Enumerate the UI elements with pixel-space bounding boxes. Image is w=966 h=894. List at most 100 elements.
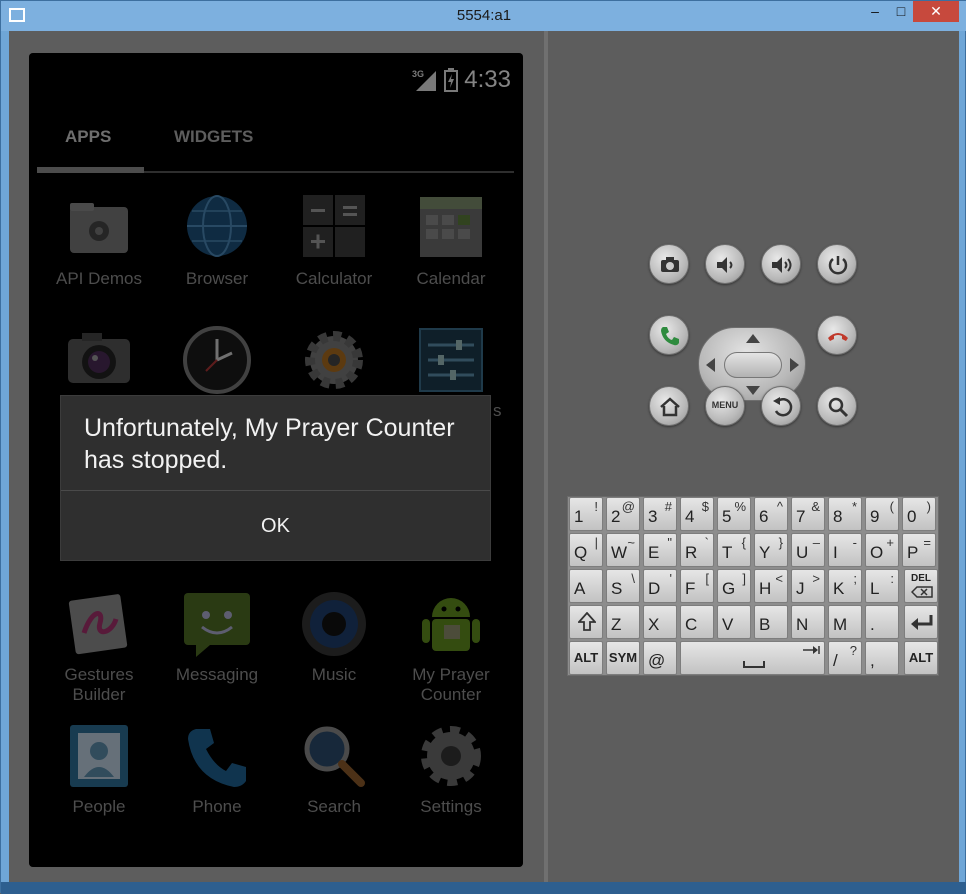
key-row2-7[interactable]: I- (828, 533, 862, 567)
key-row1-7[interactable]: 8 * (828, 497, 862, 531)
key-label: T (722, 543, 733, 562)
key-row2-2[interactable]: E " (643, 533, 677, 567)
key-row2-0[interactable]: Q | (569, 533, 603, 567)
menu-button[interactable]: MENU (705, 386, 745, 426)
key-row1-2[interactable]: 3 # (643, 497, 677, 531)
key-row2-5[interactable]: Y} (754, 533, 788, 567)
dpad-right-icon[interactable] (790, 358, 799, 372)
dpad-down-icon[interactable] (746, 386, 760, 395)
key-label: 0 (907, 507, 917, 526)
back-button[interactable] (761, 386, 801, 426)
key-row4-6[interactable]: M (828, 605, 862, 639)
key-shift-label: | (594, 535, 598, 550)
key-row3-3[interactable]: F[ (680, 569, 714, 603)
volume-down-button[interactable] (705, 244, 745, 284)
dpad-center-button[interactable] (724, 352, 782, 378)
tab-arrow-icon (803, 646, 820, 654)
key-row1-3[interactable]: 4 $ (680, 497, 714, 531)
power-button[interactable] (817, 244, 857, 284)
key-row2-1[interactable]: W ~ (606, 533, 640, 567)
maximize-button[interactable]: □ (889, 1, 913, 22)
key-row1-1[interactable]: 2 @ (606, 497, 640, 531)
key-row1-5[interactable]: 6 ^ (754, 497, 788, 531)
key-sym[interactable]: SYM (606, 641, 640, 675)
call-button[interactable] (649, 315, 689, 355)
key-row3-0[interactable]: A (569, 569, 603, 603)
key-row4-4[interactable]: B (754, 605, 788, 639)
key-space[interactable] (680, 641, 825, 675)
key-label: M (833, 615, 848, 634)
emulator-client-area: 3G 4:33 APPS WIDGETS API Demos Browser C… (9, 31, 959, 882)
key-row3-7[interactable]: K; (828, 569, 862, 603)
search-icon (828, 397, 849, 418)
key-row4-0[interactable]: Z (606, 605, 640, 639)
key-enter[interactable] (904, 605, 938, 639)
key-row3-2[interactable]: D ' (643, 569, 677, 603)
shift-icon (578, 612, 596, 631)
dpad-left-icon[interactable] (706, 358, 715, 372)
key-row2-9[interactable]: P = (902, 533, 936, 567)
key-row4-5[interactable]: N (791, 605, 825, 639)
key-label: P (907, 543, 919, 562)
key-row3-4[interactable]: G] (717, 569, 751, 603)
end-call-button[interactable] (817, 315, 857, 355)
error-dialog: Unfortunately, My Prayer Counter has sto… (60, 395, 491, 561)
hardware-keyboard: 1! 2 @3 #4 $5% 6 ^ 7 & 8 * 9(0) Q | W ~ E " R ` T{Y} U – I - O + P… (567, 496, 939, 676)
key-del[interactable]: DEL (904, 569, 938, 603)
end-call-icon (828, 333, 848, 341)
device-screen[interactable]: 3G 4:33 APPS WIDGETS API Demos Browser C… (29, 53, 523, 867)
title-bar[interactable]: 5554:a1 ‒ □ ✕ (1, 1, 966, 31)
home-button[interactable] (649, 386, 689, 426)
key-at-label: @ (648, 651, 666, 670)
key-shift-label: – (812, 535, 820, 550)
key-sym-label: SYM (608, 650, 638, 665)
key-row1-6[interactable]: 7 & (791, 497, 825, 531)
taskbar[interactable] (1, 882, 966, 894)
key-row1-0[interactable]: 1! (569, 497, 603, 531)
key-row2-3[interactable]: R ` (680, 533, 714, 567)
key-row2-6[interactable]: U – (791, 533, 825, 567)
key-row2-8[interactable]: O + (865, 533, 899, 567)
key-shift-label: - (852, 535, 857, 550)
key-slash[interactable]: /? (828, 641, 862, 675)
camera-icon (661, 257, 679, 272)
key-row4-7[interactable]: . (865, 605, 899, 639)
key-label: B (759, 615, 771, 634)
key-row3-6[interactable]: J > (791, 569, 825, 603)
key-label: E (648, 543, 660, 562)
key-alt-left[interactable]: ALT (569, 641, 603, 675)
camera-button[interactable] (649, 244, 689, 284)
back-icon (773, 397, 793, 417)
ok-button[interactable]: OK (61, 491, 490, 561)
key-at[interactable]: @ (643, 641, 677, 675)
key-row1-8[interactable]: 9( (865, 497, 899, 531)
key-row1-4[interactable]: 5% (717, 497, 751, 531)
key-label: 5 (722, 507, 732, 526)
key-row4-2[interactable]: C (680, 605, 714, 639)
volume-up-button[interactable] (761, 244, 801, 284)
search-button[interactable] (817, 386, 857, 426)
key-shift-label: [ (705, 571, 709, 586)
key-del-label: DEL (911, 573, 931, 584)
key-row3-8[interactable]: L: (865, 569, 899, 603)
key-row4-3[interactable]: V (717, 605, 751, 639)
key-label: 6 (759, 507, 769, 526)
window-title: 5554:a1 (456, 7, 512, 24)
dpad-up-icon[interactable] (746, 334, 760, 343)
minimize-button[interactable]: ‒ (863, 1, 887, 22)
volume-down-icon (717, 257, 733, 273)
key-alt-right[interactable]: ALT (904, 641, 938, 675)
key-row3-5[interactable]: H < (754, 569, 788, 603)
key-row2-4[interactable]: T{ (717, 533, 751, 567)
key-shift-label: = (923, 535, 931, 550)
close-button[interactable]: ✕ (913, 1, 959, 22)
key-label: U (796, 543, 809, 562)
key-row3-1[interactable]: S \ (606, 569, 640, 603)
key-shift-label: ^ (776, 499, 783, 514)
key-row4-1[interactable]: X (643, 605, 677, 639)
key-row1-9[interactable]: 0) (902, 497, 936, 531)
key-comma[interactable]: , (865, 641, 899, 675)
emulator-window: 5554:a1 ‒ □ ✕ 3G 4:33 APPS WIDGETS API D… (0, 0, 966, 894)
key-label: 4 (685, 507, 695, 526)
key-shift[interactable] (569, 605, 603, 639)
